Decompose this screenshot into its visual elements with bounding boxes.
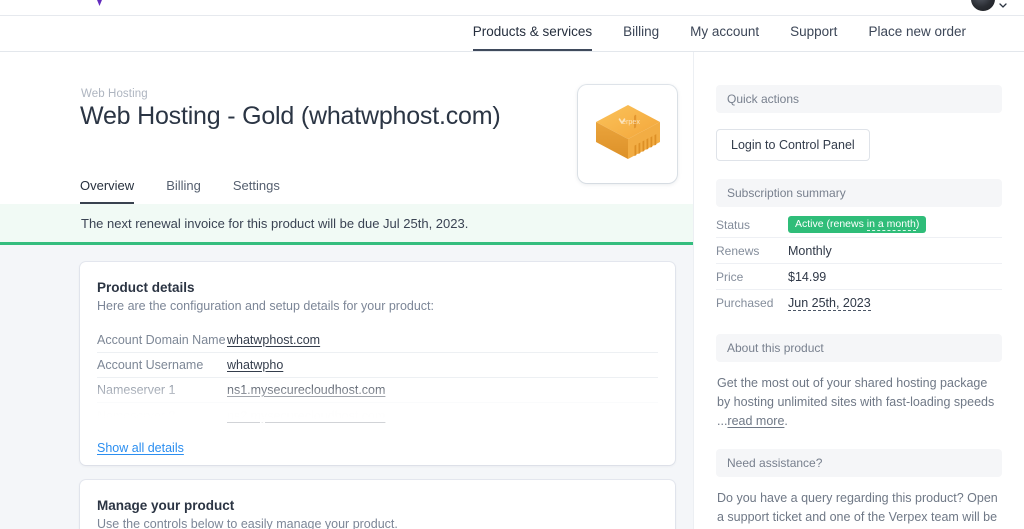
detail-key: Account Username	[97, 358, 204, 372]
manage-product-title: Manage your product	[97, 498, 235, 513]
show-all-details-link[interactable]: Show all details	[97, 441, 184, 455]
manage-product-card: Manage your product Use the controls bel…	[80, 480, 675, 529]
summary-key: Price	[716, 269, 744, 284]
page-title: Web Hosting - Gold (whatwphost.com)	[80, 102, 501, 130]
detail-value-link[interactable]: ns2.mysecurecloudhost.com	[227, 409, 385, 423]
purchased-date-tooltip[interactable]: Jun 25th, 2023	[788, 296, 871, 311]
detail-value[interactable]: ns2.mysecurecloudhost.com	[227, 409, 385, 423]
product-details-list: Account Domain Name whatwphost.com Accou…	[80, 328, 675, 428]
sidebar-panel: Quick actions Login to Control Panel Sub…	[693, 52, 1024, 529]
breadcrumb[interactable]: Web Hosting	[81, 88, 148, 100]
user-avatar[interactable]	[969, 0, 997, 13]
detail-value-link[interactable]: whatwpho	[227, 358, 283, 372]
detail-value-link[interactable]: ns1.mysecurecloudhost.com	[227, 383, 385, 397]
summary-value: $14.99	[788, 269, 827, 284]
account-menu[interactable]	[969, 0, 1009, 13]
summary-value[interactable]: Jun 25th, 2023	[788, 296, 871, 311]
table-row: Account Domain Name whatwphost.com	[97, 328, 658, 353]
subscription-summary-table: Status Active (renews in a month) Renews…	[716, 212, 1002, 316]
nav-item-support[interactable]: Support	[790, 24, 837, 52]
main-content: Product details Here are the configurati…	[0, 245, 693, 529]
quick-actions-heading: Quick actions	[716, 85, 1002, 113]
summary-row-status: Status Active (renews in a month)	[716, 212, 1002, 238]
about-product-heading: About this product	[716, 334, 1002, 362]
tab-settings[interactable]: Settings	[233, 179, 280, 204]
status-badge-prefix: Active (renews	[795, 218, 867, 230]
svg-text:erpex: erpex	[622, 117, 640, 126]
detail-value-link[interactable]: whatwphost.com	[227, 333, 320, 347]
summary-row-price: Price $14.99	[716, 264, 1002, 290]
detail-value[interactable]: whatwphost.com	[227, 333, 320, 347]
verpex-logo-icon[interactable]	[93, 0, 106, 6]
product-details-subtitle: Here are the configuration and setup det…	[97, 299, 435, 313]
summary-row-renews: Renews Monthly	[716, 238, 1002, 264]
product-icon-tile: erpex	[578, 85, 677, 183]
detail-key: Nameserver 2	[97, 408, 176, 423]
nav-item-place-new-order[interactable]: Place new order	[868, 24, 966, 52]
renewal-banner-text: The next renewal invoice for this produc…	[81, 215, 469, 231]
summary-key: Renews	[716, 243, 760, 258]
summary-key: Status	[716, 217, 751, 232]
need-assistance-heading: Need assistance?	[716, 449, 1002, 477]
app-root: Products & services Billing My account S…	[0, 0, 1024, 529]
topbar	[0, 0, 1024, 16]
tab-billing[interactable]: Billing	[166, 179, 201, 204]
summary-value: Active (renews in a month)	[788, 216, 927, 233]
nav-item-billing[interactable]: Billing	[623, 24, 659, 52]
detail-value[interactable]: whatwpho	[227, 358, 283, 372]
status-badge[interactable]: Active (renews in a month)	[788, 216, 927, 233]
server-box-icon: erpex	[595, 105, 660, 159]
summary-key: Purchased	[716, 296, 774, 310]
table-row: Nameserver 1 ns1.mysecurecloudhost.com	[97, 378, 658, 403]
nav-item-my-account[interactable]: My account	[690, 24, 759, 52]
page-tabs: Overview Billing Settings	[80, 170, 312, 204]
product-details-card: Product details Here are the configurati…	[80, 262, 675, 465]
manage-product-subtitle: Use the controls below to easily manage …	[97, 517, 398, 529]
about-product-text-end: .	[784, 414, 788, 428]
nav-item-products-services[interactable]: Products & services	[472, 24, 593, 51]
summary-row-purchased: Purchased Jun 25th, 2023	[716, 290, 1002, 316]
about-product-body: Get the most out of your shared hosting …	[717, 374, 1001, 431]
detail-key: Account Domain Name	[97, 333, 226, 347]
tab-overview[interactable]: Overview	[80, 179, 135, 204]
summary-value: Monthly	[788, 243, 832, 258]
product-details-title: Product details	[97, 280, 195, 295]
subscription-summary-heading: Subscription summary	[716, 179, 1002, 207]
table-row: Account Username whatwpho	[97, 353, 658, 378]
product-icon-wordmark: erpex	[618, 117, 640, 126]
status-badge-tooltip-text[interactable]: in a month	[866, 218, 916, 231]
detail-key: Nameserver 1	[97, 383, 176, 397]
table-row: Nameserver 2 ns2.mysecurecloudhost.com	[97, 403, 658, 428]
chevron-down-icon[interactable]	[996, 0, 1009, 12]
primary-nav: Products & services Billing My account S…	[0, 16, 1024, 52]
read-more-link[interactable]: read more	[727, 414, 784, 428]
detail-value[interactable]: ns1.mysecurecloudhost.com	[227, 383, 385, 397]
need-assistance-body: Do you have a query regarding this produ…	[717, 491, 998, 524]
status-badge-suffix: )	[915, 218, 920, 230]
login-to-control-panel-button[interactable]: Login to Control Panel	[716, 129, 870, 161]
quick-actions-body: Login to Control Panel	[716, 129, 1002, 161]
